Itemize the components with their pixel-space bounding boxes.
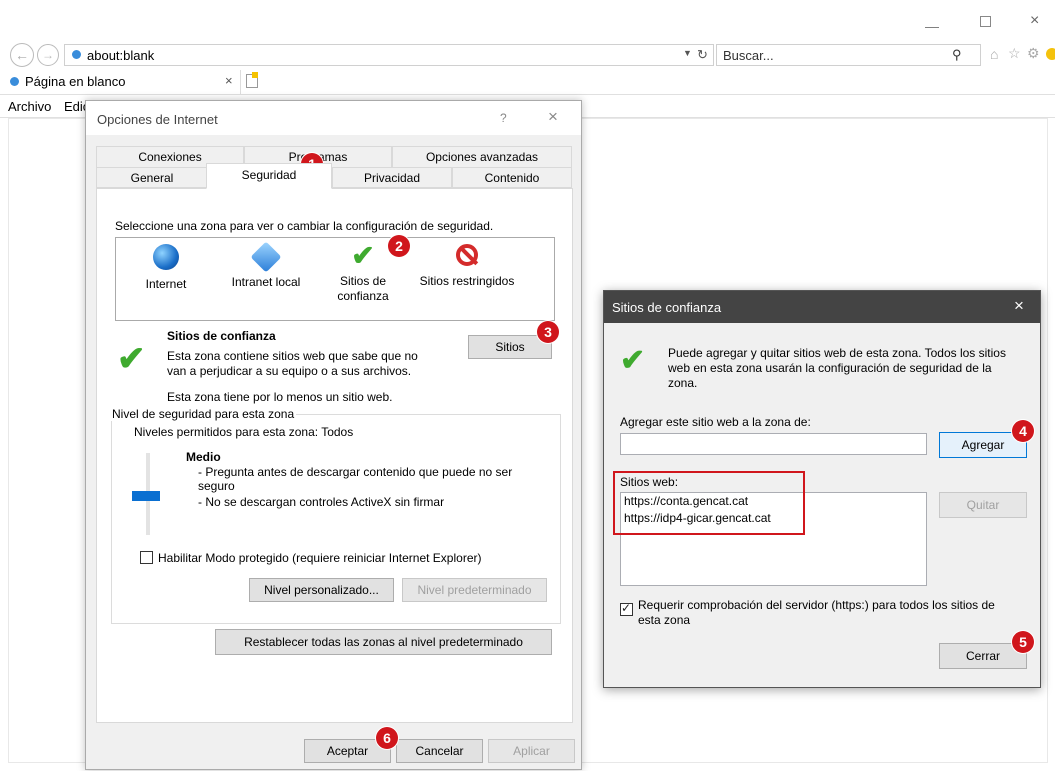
step-marker-6: 6 bbox=[376, 727, 398, 749]
zone-restricted-label: Sitios restringidos bbox=[419, 274, 515, 288]
trusted-sites-dialog: Sitios de confianza × ✔ Puede agregar y … bbox=[603, 290, 1041, 688]
browser-tab[interactable]: Página en blanco × bbox=[0, 70, 241, 94]
zone-list: Internet Intranet local ✔ Sitios de conf… bbox=[115, 237, 555, 321]
security-level-group: Nivel de seguridad para esta zona Nivele… bbox=[110, 407, 561, 624]
zone-intranet-label: Intranet local bbox=[231, 275, 301, 289]
trusted-title: Sitios de confianza bbox=[612, 300, 722, 315]
zone-internet-label: Internet bbox=[145, 277, 187, 291]
tab-privacidad[interactable]: Privacidad bbox=[332, 167, 452, 188]
gear-icon[interactable]: ⚙ bbox=[1027, 45, 1040, 62]
intranet-icon bbox=[250, 241, 282, 273]
ie-page-icon bbox=[72, 50, 81, 59]
address-bar[interactable]: about:blank ▼ ↻ bbox=[64, 44, 714, 66]
restricted-icon bbox=[456, 244, 479, 266]
dialog-close-button[interactable]: × bbox=[548, 107, 558, 127]
zone-description: Esta zona contiene sitios web que sabe q… bbox=[167, 349, 418, 378]
level-name: Medio bbox=[186, 450, 221, 464]
dialog-titlebar: Opciones de Internet ? × bbox=[86, 101, 581, 135]
search-box[interactable]: Buscar... ⚲ bbox=[716, 44, 981, 66]
minimize-button[interactable]: — bbox=[925, 18, 945, 34]
menu-archivo[interactable]: Archivo bbox=[8, 99, 51, 114]
require-https-checkbox[interactable]: ✓ bbox=[620, 601, 633, 616]
tab-seguridad[interactable]: Seguridad bbox=[206, 163, 332, 189]
trusted-close-button[interactable]: × bbox=[1014, 296, 1024, 316]
security-tab-page: Seleccione una zona para ver o cambiar l… bbox=[96, 188, 573, 723]
forward-button[interactable]: → bbox=[37, 44, 59, 66]
zone-intranet[interactable]: Intranet local bbox=[224, 241, 308, 318]
dropdown-icon[interactable]: ▼ bbox=[683, 48, 692, 58]
step-marker-3: 3 bbox=[537, 321, 559, 343]
websites-highlight bbox=[613, 471, 805, 535]
close-window-button[interactable]: × bbox=[1030, 12, 1039, 30]
default-level-button: Nivel predeterminado bbox=[402, 578, 547, 602]
zone-restricted[interactable]: Sitios restringidos bbox=[412, 242, 522, 318]
zone-trusted-label: Sitios de confianza bbox=[337, 274, 389, 303]
search-icon[interactable]: ⚲ bbox=[952, 47, 962, 63]
level-slider-thumb[interactable] bbox=[132, 491, 160, 501]
level-bullet-2: - No se descargan controles ActiveX sin … bbox=[198, 495, 445, 509]
trusted-check-icon: ✔ bbox=[620, 344, 646, 377]
new-tab-icon bbox=[252, 72, 258, 78]
step-marker-5: 5 bbox=[1012, 631, 1034, 653]
maximize-button[interactable] bbox=[980, 16, 991, 27]
allowed-levels: Niveles permitidos para esta zona: Todos bbox=[134, 425, 354, 439]
trusted-titlebar: Sitios de confianza × bbox=[604, 291, 1040, 323]
address-text: about:blank bbox=[87, 48, 155, 63]
reset-all-zones-button[interactable]: Restablecer todas las zonas al nivel pre… bbox=[215, 629, 552, 655]
tab-row-divider bbox=[0, 94, 1055, 95]
refresh-icon[interactable]: ↻ bbox=[697, 47, 708, 63]
protected-mode-checkbox[interactable] bbox=[140, 551, 153, 564]
internet-options-dialog: Opciones de Internet ? × Conexiones Prog… bbox=[85, 100, 582, 770]
apply-button: Aplicar bbox=[488, 739, 575, 763]
new-tab-button[interactable] bbox=[246, 72, 258, 88]
tab-opciones-avanzadas[interactable]: Opciones avanzadas bbox=[392, 146, 572, 168]
help-button[interactable]: ? bbox=[500, 111, 507, 125]
checkmark-icon: ✓ bbox=[621, 601, 632, 615]
globe-icon bbox=[153, 244, 179, 270]
step-marker-2: 2 bbox=[388, 235, 410, 257]
tab-contenido[interactable]: Contenido bbox=[452, 167, 572, 188]
zone-big-check-icon: ✔ bbox=[117, 340, 146, 378]
remove-button: Quitar bbox=[939, 492, 1027, 518]
add-site-input[interactable] bbox=[620, 433, 927, 455]
smiley-icon[interactable] bbox=[1046, 48, 1055, 60]
dialog-title: Opciones de Internet bbox=[97, 112, 218, 127]
custom-level-button[interactable]: Nivel personalizado... bbox=[249, 578, 394, 602]
trusted-info: Puede agregar y quitar sitios web de est… bbox=[668, 346, 1006, 390]
security-level-legend: Nivel de seguridad para esta zona bbox=[110, 407, 297, 421]
step-marker-4: 4 bbox=[1012, 420, 1034, 442]
home-icon[interactable]: ⌂ bbox=[990, 46, 998, 62]
zone-prompt: Seleccione una zona para ver o cambiar l… bbox=[115, 219, 494, 233]
require-https-label: Requerir comprobación del servidor (http… bbox=[638, 598, 995, 627]
back-button[interactable]: ← bbox=[10, 43, 34, 67]
level-bullet-1: - Pregunta antes de descargar contenido … bbox=[198, 465, 513, 493]
tab-title: Página en blanco bbox=[25, 74, 126, 89]
cancel-button[interactable]: Cancelar bbox=[396, 739, 483, 763]
favorites-icon[interactable]: ☆ bbox=[1008, 45, 1021, 62]
zone-title: Sitios de confianza bbox=[167, 329, 276, 343]
search-placeholder: Buscar... bbox=[723, 48, 774, 63]
zone-internet[interactable]: Internet bbox=[126, 242, 206, 318]
zone-has-sites: Esta zona tiene por lo menos un sitio we… bbox=[167, 390, 393, 404]
tab-close-icon[interactable]: × bbox=[225, 73, 233, 88]
tab-general[interactable]: General bbox=[96, 167, 208, 188]
protected-mode-label: Habilitar Modo protegido (requiere reini… bbox=[158, 551, 482, 565]
ie-tab-icon bbox=[10, 77, 19, 86]
zone-trusted[interactable]: ✔ Sitios de confianza bbox=[328, 242, 398, 318]
add-label: Agregar este sitio web a la zona de: bbox=[620, 415, 811, 429]
